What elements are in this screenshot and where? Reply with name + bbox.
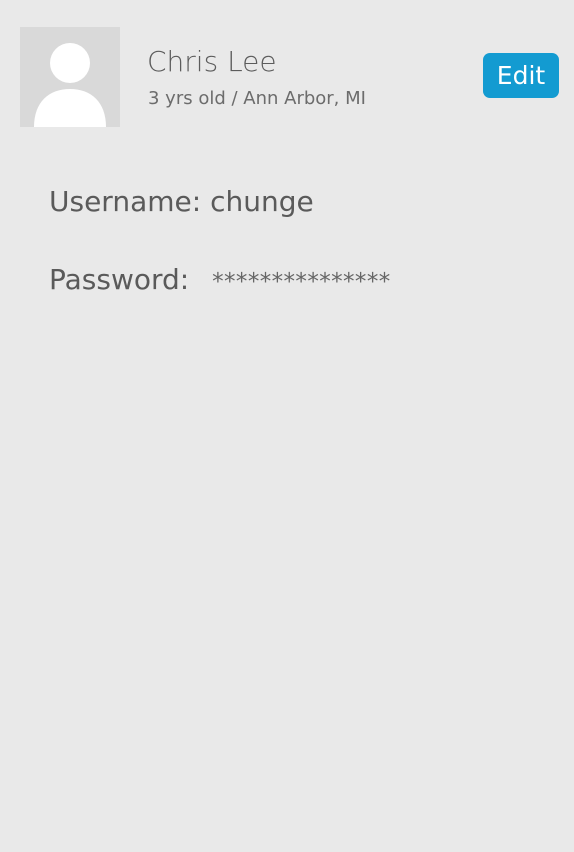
password-label: Password: <box>49 263 190 296</box>
username-row: Username: chunge <box>49 182 314 222</box>
profile-subtitle: 3 yrs old / Ann Arbor, MI <box>148 88 366 109</box>
username-label: Username: <box>49 185 202 218</box>
password-row: Password: *************** <box>49 260 391 302</box>
avatar <box>20 27 120 127</box>
username-value: chunge <box>210 185 314 218</box>
edit-button[interactable]: Edit <box>483 53 559 98</box>
profile-name: Chris Lee <box>147 45 277 78</box>
password-value: *************** <box>212 269 391 295</box>
user-silhouette-icon <box>20 27 120 127</box>
